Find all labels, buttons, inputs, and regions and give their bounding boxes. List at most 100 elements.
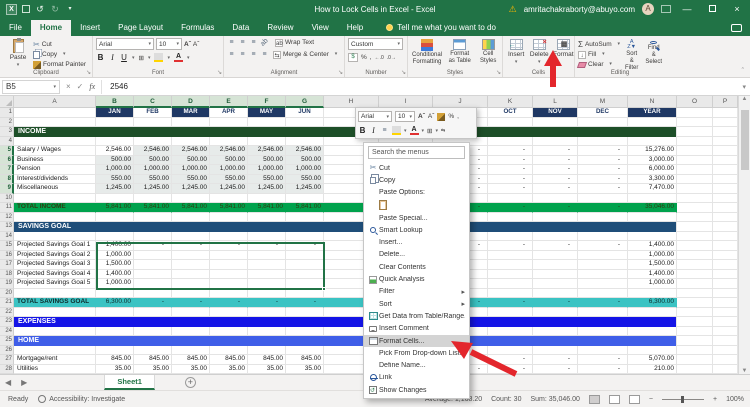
cell-M7[interactable]: - [578, 165, 628, 175]
cell-M24[interactable] [578, 326, 628, 336]
format-painter-button[interactable]: Format Painter [33, 60, 86, 69]
cell-L9[interactable]: - [533, 184, 578, 194]
cell-O21[interactable] [677, 298, 713, 308]
cell-O10[interactable] [677, 193, 713, 203]
cell-B15[interactable]: 1,400.00 [96, 241, 134, 251]
cell-P14[interactable] [713, 231, 738, 241]
percent-style-icon[interactable]: % [361, 54, 367, 61]
name-box[interactable]: B5 ▾ [2, 79, 60, 94]
menu-item-quick-analysis[interactable]: Quick Analysis [364, 273, 469, 285]
cell-L19[interactable] [533, 279, 578, 289]
cell-F21[interactable]: - [248, 298, 286, 308]
decrease-font-icon[interactable]: Aˇ [193, 41, 200, 48]
cell-P17[interactable] [713, 260, 738, 270]
menu-item-insert-comment[interactable]: Insert Comment [364, 323, 469, 335]
cell-F10[interactable] [248, 193, 286, 203]
cell-M20[interactable] [578, 288, 628, 298]
cell-F26[interactable] [248, 345, 286, 355]
menu-item-cut[interactable]: ✂ Cut [364, 162, 469, 174]
cell-P6[interactable] [713, 155, 738, 165]
mini-align-icon[interactable]: ≡ [380, 127, 389, 134]
cell-L24[interactable] [533, 326, 578, 336]
cell-B28[interactable]: 35.00 [96, 364, 134, 374]
cell-K19[interactable] [488, 279, 533, 289]
cell-L12[interactable] [533, 212, 578, 222]
cell-P1[interactable] [713, 108, 738, 118]
row-header-3[interactable]: 3 [0, 127, 14, 137]
cell-B19[interactable]: 1,000.00 [96, 279, 134, 289]
cell-G17[interactable] [286, 260, 324, 270]
cell-M9[interactable]: - [578, 184, 628, 194]
cell-N26[interactable] [628, 345, 677, 355]
select-all-corner[interactable] [0, 96, 14, 108]
cell-E4[interactable] [210, 136, 248, 146]
row-header-17[interactable]: 17 [0, 260, 14, 270]
cell-E26[interactable] [210, 345, 248, 355]
cell-L17[interactable] [533, 260, 578, 270]
fill-button[interactable]: ↓ Fill ▾ [578, 50, 620, 59]
cell-N14[interactable] [628, 231, 677, 241]
cell-K15[interactable]: - [488, 241, 533, 251]
cell-N27[interactable]: 5,070.00 [628, 355, 677, 365]
context-menu-search-input[interactable]: Search the menus [368, 146, 465, 159]
cell-L1[interactable]: NOV [533, 108, 578, 118]
cell-A27[interactable]: Mortgage/rent [14, 355, 96, 365]
cell-L20[interactable] [533, 288, 578, 298]
cell-L8[interactable]: - [533, 174, 578, 184]
cell-A2[interactable] [14, 117, 96, 127]
cell-P5[interactable] [713, 146, 738, 156]
column-header-K[interactable]: K [488, 96, 533, 108]
row-header-12[interactable]: 12 [0, 212, 14, 222]
cell-F24[interactable] [248, 326, 286, 336]
tab-data[interactable]: Data [223, 20, 258, 36]
cell-P26[interactable] [713, 345, 738, 355]
cell-O25[interactable] [677, 336, 713, 346]
undo-icon[interactable]: ↺ [35, 4, 45, 14]
cell-M4[interactable] [578, 136, 628, 146]
cell-D7[interactable]: 1,000.00 [172, 165, 210, 175]
cell-F16[interactable] [248, 250, 286, 260]
cell-P18[interactable] [713, 269, 738, 279]
cell-M5[interactable]: - [578, 146, 628, 156]
cell-P9[interactable] [713, 184, 738, 194]
font-dialog-launcher[interactable]: ↘ [217, 69, 222, 76]
cell-C26[interactable] [134, 345, 172, 355]
cell-B4[interactable] [96, 136, 134, 146]
cell-F12[interactable] [248, 212, 286, 222]
mini-fill-color-icon[interactable] [392, 126, 401, 135]
cell-G16[interactable] [286, 250, 324, 260]
cell-O14[interactable] [677, 231, 713, 241]
cell-O12[interactable] [677, 212, 713, 222]
menu-item-filter[interactable]: Filter ▸ [364, 286, 469, 298]
cell-A22[interactable] [14, 307, 96, 317]
mini-font-name-select[interactable]: Arial ▾ [358, 111, 392, 122]
cell-E6[interactable]: 500.00 [210, 155, 248, 165]
cell-E19[interactable] [210, 279, 248, 289]
cell-L21[interactable]: - [533, 298, 578, 308]
column-header-N[interactable]: N [628, 96, 677, 108]
menu-item-show-changes[interactable]: Show Changes [364, 384, 469, 396]
column-header-B[interactable]: B [96, 96, 134, 108]
cell-L7[interactable]: - [533, 165, 578, 175]
menu-item-link[interactable]: Link [364, 372, 469, 384]
cell-A16[interactable]: Projected Savings Goal 2 [14, 250, 96, 260]
mini-borders-icon[interactable]: ⊞ [427, 127, 432, 135]
cell-K8[interactable]: - [488, 174, 533, 184]
cell-F6[interactable]: 500.00 [248, 155, 286, 165]
cell-C12[interactable] [134, 212, 172, 222]
row-header-24[interactable]: 24 [0, 326, 14, 336]
tab-view[interactable]: View [303, 20, 338, 36]
cell-A8[interactable]: Interest/dividends [14, 174, 96, 184]
cell-O22[interactable] [677, 307, 713, 317]
column-header-M[interactable]: M [578, 96, 628, 108]
cell-D19[interactable] [172, 279, 210, 289]
cell-O2[interactable] [677, 117, 713, 127]
cell-E22[interactable] [210, 307, 248, 317]
borders-icon[interactable]: ⊞ [139, 54, 144, 62]
cell-O4[interactable] [677, 136, 713, 146]
collapse-ribbon-icon[interactable]: ˆ [742, 68, 744, 75]
cell-F11[interactable]: 5,841.00 [248, 203, 286, 213]
cell-C22[interactable] [134, 307, 172, 317]
cell-M16[interactable] [578, 250, 628, 260]
cell-K16[interactable] [488, 250, 533, 260]
